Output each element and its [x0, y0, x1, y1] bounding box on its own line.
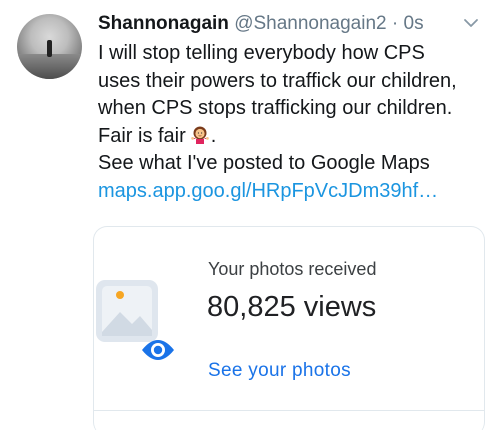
link-preview-card[interactable]: Your photos received 80,825 views See yo…: [93, 226, 485, 430]
user-handle[interactable]: @Shannonagain2: [234, 13, 386, 34]
separator-dot: ·: [391, 13, 399, 34]
see-photos-link[interactable]: See your photos: [208, 360, 351, 382]
maps-link[interactable]: maps.app.goo.gl/HRpFpVcJDm39hf…: [98, 178, 490, 206]
tweet-line: Fair is fair: [98, 124, 186, 147]
photo-views-icon: [96, 280, 174, 360]
timestamp[interactable]: 0s: [404, 13, 424, 34]
view-count: 80,825 views: [207, 291, 377, 323]
tweet-line: when CPS stops trafficking our children.: [98, 97, 453, 119]
tweet-line: I will stop telling everybody how CPS: [98, 42, 425, 64]
tweet-line-with-emoji: Fair is fair .: [98, 123, 490, 151]
chevron-down-icon[interactable]: [462, 14, 480, 32]
avatar-sea: [17, 54, 82, 79]
tweet-text: I will stop telling everybody how CPS us…: [98, 40, 490, 205]
tweet-header: Shannonagain @Shannonagain2 · 0s: [98, 12, 480, 36]
display-name[interactable]: Shannonagain: [98, 13, 229, 34]
avatar-figure: [47, 40, 52, 57]
tweet-line: uses their powers to traffick our childr…: [98, 69, 457, 92]
trailing-period: .: [210, 124, 217, 147]
tweet[interactable]: Shannonagain @Shannonagain2 · 0s I will …: [0, 0, 500, 430]
tweet-line: See what I've posted to Google Maps: [98, 152, 430, 174]
woman-shrugging-icon: [190, 126, 209, 144]
avatar[interactable]: [17, 14, 82, 79]
card-label: Your photos received: [208, 259, 377, 279]
card-divider: [94, 410, 484, 411]
